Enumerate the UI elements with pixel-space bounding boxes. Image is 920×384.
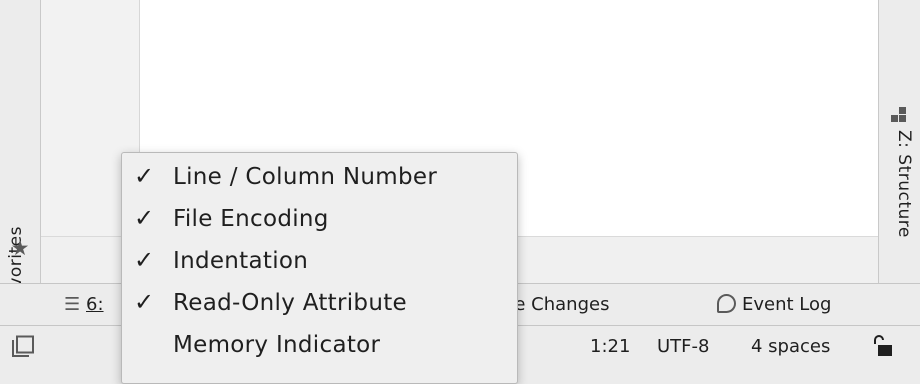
left-tool-stripe: Favorites ★ <box>0 0 41 307</box>
list-icon: ☰ <box>64 294 81 315</box>
menu-item-read-only-attribute[interactable]: ✓ Read-Only Attribute <box>122 282 517 324</box>
favorites-tool-button[interactable]: Favorites ★ <box>0 118 40 307</box>
todo-number: 6: <box>86 294 104 315</box>
event-log-icon <box>717 294 736 313</box>
unlock-icon[interactable] <box>870 334 894 358</box>
menu-item-file-encoding[interactable]: ✓ File Encoding <box>122 198 517 240</box>
todo-tool-button[interactable]: ☰ 6: <box>64 294 104 316</box>
changes-label: se Changes <box>505 294 610 315</box>
changes-tool-button[interactable]: se Changes <box>505 294 609 316</box>
file-encoding[interactable]: UTF-8 <box>657 336 709 358</box>
structure-label: Z: Structure <box>894 130 914 238</box>
checkmark-icon: ✓ <box>134 288 155 316</box>
menu-item-indentation[interactable]: ✓ Indentation <box>122 240 517 282</box>
menu-item-label: Memory Indicator <box>173 332 381 358</box>
structure-tool-button[interactable]: Z: Structure <box>878 100 920 265</box>
checkmark-icon: ✓ <box>134 246 155 274</box>
status-bar-widgets-menu: ✓ Line / Column Number ✓ File Encoding ✓… <box>121 152 518 384</box>
checkmark-icon: ✓ <box>134 162 155 190</box>
indentation[interactable]: 4 spaces <box>751 336 830 358</box>
menu-item-label: Indentation <box>173 248 309 274</box>
menu-item-label: Line / Column Number <box>173 164 438 190</box>
star-icon: ★ <box>10 236 30 260</box>
menu-item-line-column-number[interactable]: ✓ Line / Column Number <box>122 156 517 198</box>
menu-item-label: Read-Only Attribute <box>173 290 407 316</box>
event-log-label: Event Log <box>742 294 832 315</box>
menu-item-memory-indicator[interactable]: Memory Indicator <box>122 324 517 366</box>
tool-window-toggle-icon[interactable] <box>11 335 35 357</box>
checkmark-icon: ✓ <box>134 204 155 232</box>
menu-item-label: File Encoding <box>173 206 329 232</box>
structure-icon <box>891 107 906 122</box>
event-log-button[interactable]: Event Log <box>717 294 831 316</box>
caret-position[interactable]: 1:21 <box>590 336 630 358</box>
